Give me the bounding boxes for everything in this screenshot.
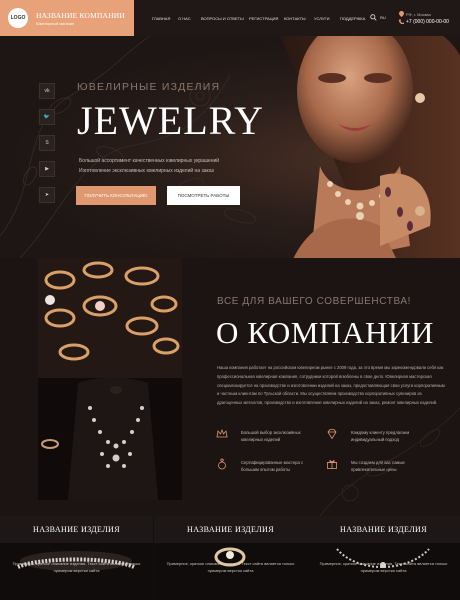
- social-telegram[interactable]: ➤: [39, 187, 55, 203]
- youtube-icon: ▶: [45, 166, 49, 172]
- product-image: Примерное, краткое описание изделия. Тек…: [154, 543, 307, 600]
- product-image: Примерное, краткое описание изделия. Тек…: [0, 543, 153, 600]
- social-skype[interactable]: S: [39, 135, 55, 151]
- header: LOGO НАЗВАНИЕ КОМПАНИИ Ювелирный магазин…: [0, 0, 460, 36]
- products-section: НАЗВАНИЕ ИЗДЕЛИЯ Примерное, краткое опис…: [0, 516, 460, 600]
- location-text: РФ, г. Москва: [406, 12, 431, 17]
- brand-tagline: Ювелирный магазин: [36, 21, 75, 26]
- product-card[interactable]: НАЗВАНИЕ ИЗДЕЛИЯ Примерное, краткое опис…: [0, 516, 153, 600]
- nav-item-faq[interactable]: ВОПРОСЫ И ОТВЕТЫ: [201, 16, 244, 21]
- phone-number[interactable]: +7 (000) 000-00-00: [406, 19, 449, 25]
- about-kicker: ВСЕ ДЛЯ ВАШЕГО СОВЕРШЕНСТВА!: [217, 296, 412, 307]
- feature-3: Сертифицированные мастера с большим опыт…: [241, 460, 304, 472]
- nav-item-services[interactable]: УСЛУГИ: [314, 16, 330, 21]
- skype-icon: S: [45, 140, 49, 146]
- product-description: Примерное, краткое описание изделия. Тек…: [166, 561, 295, 573]
- product-title[interactable]: НАЗВАНИЕ ИЗДЕЛИЯ: [154, 516, 307, 543]
- page: LOGO НАЗВАНИЕ КОМПАНИИ Ювелирный магазин…: [0, 0, 460, 600]
- diamond-icon: [327, 429, 337, 440]
- telegram-icon: ➤: [44, 192, 50, 198]
- logo[interactable]: LOGO: [8, 8, 28, 28]
- nav-item-contacts[interactable]: КОНТАКТЫ: [284, 16, 306, 21]
- nav-item-register[interactable]: РЕГИСТРАЦИЯ: [249, 16, 278, 21]
- hero-title: JEWELRY: [77, 98, 264, 143]
- product-card[interactable]: НАЗВАНИЕ ИЗДЕЛИЯ Примерное, краткое опис…: [307, 516, 460, 600]
- product-title[interactable]: НАЗВАНИЕ ИЗДЕЛИЯ: [0, 516, 153, 543]
- nav-item-support[interactable]: ПОДДЕРЖКА: [340, 16, 365, 21]
- social-youtube[interactable]: ▶: [39, 161, 55, 177]
- about-text: Наша компания работает на российском юве…: [217, 365, 445, 406]
- search-icon[interactable]: [370, 14, 377, 21]
- about-title: О КОМПАНИИ: [216, 315, 434, 350]
- ring-icon: [218, 458, 226, 470]
- twitter-icon: 🐦: [43, 114, 51, 120]
- social-twitter[interactable]: 🐦: [39, 109, 55, 125]
- model-portrait: [280, 36, 460, 258]
- social-vk[interactable]: vk: [39, 83, 55, 99]
- product-description: Примерное, краткое описание изделия. Тек…: [319, 561, 448, 573]
- jewelry-photo: [38, 258, 182, 500]
- hero-description: Большой ассортимент качественных ювелирн…: [79, 156, 219, 176]
- language-switch[interactable]: RU: [380, 15, 386, 20]
- about-section: ВСЕ ДЛЯ ВАШЕГО СОВЕРШЕНСТВА! О КОМПАНИИ …: [0, 258, 460, 516]
- brand-block[interactable]: LOGO НАЗВАНИЕ КОМПАНИИ Ювелирный магазин: [0, 0, 134, 36]
- about-photo: [38, 258, 182, 500]
- product-description: Примерное, краткое описание изделия. Тек…: [12, 561, 141, 573]
- product-card[interactable]: НАЗВАНИЕ ИЗДЕЛИЯ Примерное, краткое опис…: [154, 516, 307, 600]
- feature-2: Каждому клиенту предлагаем индивидуальны…: [351, 430, 410, 442]
- phone-icon: [399, 19, 404, 24]
- feature-1: Большой выбор эксклюзивных ювелирных изд…: [241, 430, 301, 442]
- product-image: Примерное, краткое описание изделия. Тек…: [307, 543, 460, 600]
- brand-name: НАЗВАНИЕ КОМПАНИИ: [36, 11, 126, 20]
- product-title[interactable]: НАЗВАНИЕ ИЗДЕЛИЯ: [307, 516, 460, 543]
- feature-4: Мы создаем для вас самые привлекательные…: [351, 460, 405, 472]
- hero-section: vk 🐦 S ▶ ➤ ЮВЕЛИРНЫЕ ИЗДЕЛИЯ JEWELRY Бол…: [0, 36, 460, 258]
- view-works-button[interactable]: ПОСМОТРЕТЬ РАБОТЫ: [167, 186, 240, 205]
- vk-icon: vk: [44, 88, 50, 94]
- location-pin-icon: [399, 11, 404, 17]
- gift-icon: [327, 460, 337, 469]
- hero-line-2: Изготовление эксклюзивных ювелирных изде…: [79, 168, 214, 174]
- consultation-button[interactable]: ПОЛУЧИТЬ КОНСУЛЬТАЦИЮ: [76, 186, 156, 205]
- hero-kicker: ЮВЕЛИРНЫЕ ИЗДЕЛИЯ: [77, 81, 221, 93]
- nav-item-about[interactable]: О НАС: [178, 16, 191, 21]
- crown-icon: [216, 428, 228, 438]
- nav-item-home[interactable]: ГЛАВНАЯ: [152, 16, 170, 21]
- hero-line-1: Большой ассортимент качественных ювелирн…: [79, 158, 220, 164]
